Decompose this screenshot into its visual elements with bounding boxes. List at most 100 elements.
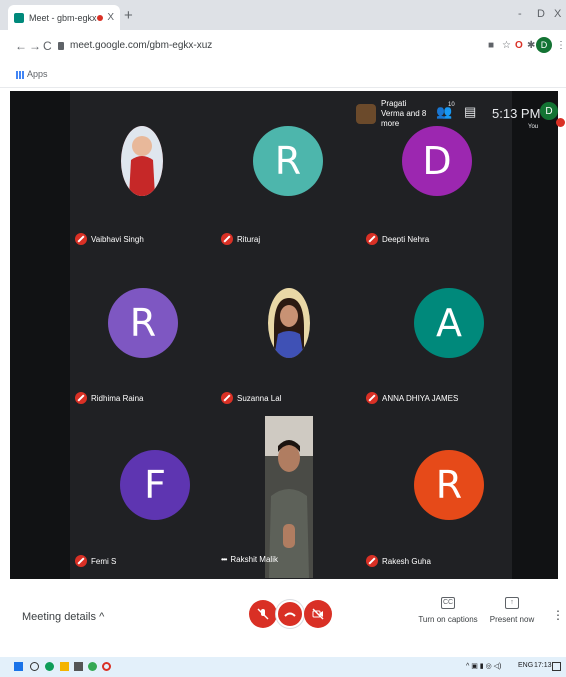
self-avatar[interactable]: D (540, 102, 558, 120)
participant-name: Ridhima Raina (91, 393, 144, 403)
participant-name-tag: Rakesh Guha (366, 555, 431, 567)
participant-name: Femi S (91, 556, 117, 566)
opera-extension-icon[interactable]: O (515, 40, 523, 51)
file-explorer-icon[interactable] (60, 662, 69, 671)
maximize-button[interactable]: D (537, 8, 545, 20)
apps-grid-icon (16, 70, 24, 79)
opera-icon[interactable] (102, 662, 111, 671)
participant-name: Rakesh Guha (382, 556, 431, 566)
tab-title: Meet - gbm-egkx-xuz (29, 12, 97, 23)
tray-icons[interactable]: ^ ▣ ▮ ◎ ◁) (466, 662, 501, 670)
search-icon[interactable] (30, 662, 39, 671)
video-feed-image (265, 416, 313, 578)
participant-avatar: F (120, 450, 190, 520)
participant-photo (121, 126, 163, 196)
self-mute-badge-icon (556, 118, 565, 127)
leave-call-button[interactable] (276, 600, 304, 628)
people-count: 10 (448, 102, 455, 108)
reload-icon[interactable]: C (43, 39, 52, 53)
bookmark-star-icon[interactable]: ☆ (502, 40, 511, 51)
camera-off-icon (312, 608, 324, 620)
meet-favicon-icon (14, 12, 24, 23)
mic-muted-icon (366, 392, 378, 404)
camera-toggle-button[interactable] (304, 600, 332, 628)
present-label: Present now (489, 615, 535, 624)
hang-up-icon (284, 612, 296, 617)
presenter-thumbnail (356, 104, 376, 124)
mic-muted-icon (221, 233, 233, 245)
participant-name: Suzanna Lal (237, 393, 282, 403)
captions-button[interactable]: CC Turn on captions (418, 597, 478, 624)
participant-name: Rakshit Malik (230, 555, 278, 564)
new-tab-button[interactable]: + (124, 7, 133, 24)
meeting-clock: 5:13 PM (492, 106, 541, 121)
minimize-button[interactable]: - (518, 8, 522, 20)
apps-shortcut[interactable]: Apps (16, 69, 48, 79)
camera-extension-icon[interactable]: ■ (488, 40, 494, 51)
profile-avatar[interactable]: D (536, 37, 552, 53)
participant-name: Rituraj (237, 234, 261, 244)
language-indicator[interactable]: ENG (518, 662, 533, 669)
participant-name-tag: Suzanna Lal (221, 392, 281, 404)
tab-close-button[interactable]: X (107, 12, 114, 23)
mic-muted-icon (75, 555, 87, 567)
mic-off-icon (257, 608, 269, 620)
participant-avatar: R (253, 126, 323, 196)
stage-right-margin (512, 91, 558, 579)
mic-muted-icon (366, 233, 378, 245)
mic-toggle-button[interactable] (249, 600, 277, 628)
edge-icon[interactable] (45, 662, 54, 671)
captions-label: Turn on captions (418, 615, 478, 624)
address-bar: ← → C meet.google.com/gbm-egkx-xuz ■ ☆ O… (0, 30, 566, 62)
browser-tab[interactable]: Meet - gbm-egkx-xuz X (8, 5, 120, 30)
participant-name: ANNA DHIYA JAMES (382, 393, 459, 403)
chevron-up-icon: ^ (99, 611, 105, 623)
portrait-image (268, 288, 310, 358)
captions-icon: CC (441, 597, 455, 609)
participant-avatar: R (414, 450, 484, 520)
browser-tab-strip: Meet - gbm-egkx-xuz X + - D X (0, 0, 566, 30)
participant-name-tag: ••• Rakshit Malik (221, 555, 278, 564)
participant-name-tag: Vaibhavi Singh (75, 233, 144, 245)
participant-name-tag: Rituraj (221, 233, 260, 245)
more-options-icon[interactable]: ••• (221, 555, 227, 564)
portrait-image (121, 126, 163, 196)
mic-muted-icon (75, 392, 87, 404)
url-field[interactable]: meet.google.com/gbm-egkx-xuz (70, 40, 212, 51)
participant-avatar: R (108, 288, 178, 358)
present-now-button[interactable]: ↑ Present now (482, 597, 542, 624)
stage-left-margin (10, 91, 70, 579)
participant-video (265, 416, 313, 578)
forward-icon[interactable]: → (29, 39, 41, 53)
mic-muted-icon (75, 233, 87, 245)
chrome-icon[interactable] (88, 662, 97, 671)
recording-dot-icon (97, 14, 104, 21)
present-screen-icon: ↑ (505, 597, 519, 609)
participant-name-tag: ANNA DHIYA JAMES (366, 392, 458, 404)
presenter-name: Pragati Verma and 8 more (381, 99, 427, 128)
participant-photo (268, 288, 310, 358)
mic-muted-icon (221, 392, 233, 404)
mic-muted-icon (366, 555, 378, 567)
participant-name: Deepti Nehra (382, 234, 430, 244)
self-label: You (528, 124, 539, 130)
close-window-button[interactable]: X (554, 8, 561, 20)
apps-label: Apps (27, 69, 48, 79)
browser-menu-icon[interactable]: ⋮ (556, 40, 566, 51)
store-icon[interactable] (74, 662, 83, 671)
meeting-details-button[interactable]: Meeting details ^ (22, 611, 104, 623)
participant-name-tag: Ridhima Raina (75, 392, 143, 404)
more-options-button[interactable]: ⋮ (552, 608, 564, 622)
meeting-details-label: Meeting details (22, 611, 96, 623)
taskbar-clock[interactable]: 17:13 (534, 662, 552, 669)
notifications-icon[interactable] (552, 662, 561, 671)
participant-name-tag: Deepti Nehra (366, 233, 429, 245)
start-icon[interactable] (14, 662, 23, 671)
participant-avatar: D (402, 126, 472, 196)
presenter-info[interactable]: Pragati Verma and 8 more (356, 95, 431, 133)
participant-avatar: A (414, 288, 484, 358)
bookmarks-bar: Apps (0, 62, 566, 88)
extensions-puzzle-icon[interactable]: ✱ (527, 40, 535, 51)
chat-icon[interactable]: ▤ (464, 104, 476, 120)
back-icon[interactable]: ← (15, 39, 27, 53)
